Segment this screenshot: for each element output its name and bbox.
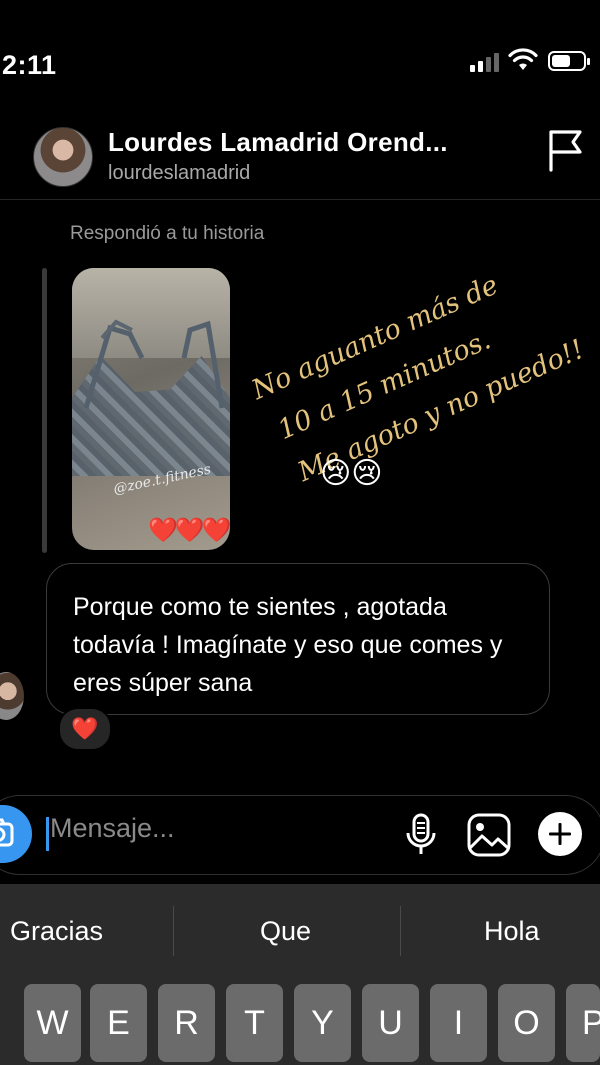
keyboard: Gracias Que Hola W E R T Y U I O P — [0, 884, 600, 1065]
message-bubble[interactable]: Porque como te sientes , agotada todavía… — [46, 563, 550, 715]
contact-username[interactable]: lourdeslamadrid — [108, 162, 250, 185]
cellular-signal-icon — [470, 52, 502, 72]
microphone-icon[interactable] — [404, 813, 438, 857]
key-o[interactable]: O — [498, 984, 555, 1062]
story-reply-label: Respondió a tu historia — [70, 223, 265, 244]
flag-icon[interactable] — [546, 128, 586, 172]
suggestion-hola[interactable]: Hola — [484, 916, 540, 947]
message-composer — [0, 795, 600, 875]
key-i[interactable]: I — [430, 984, 487, 1062]
key-p[interactable]: P — [566, 984, 600, 1062]
suggestion-divider — [173, 906, 174, 956]
story-text-overlay: No aguanto más de 10 a 15 minutos. Me ag… — [238, 235, 588, 495]
chat-header: Lourdes Lamadrid Orend... lourdeslamadri… — [0, 115, 600, 200]
status-bar: 2:11 — [0, 0, 600, 100]
suggestion-gracias[interactable]: Gracias — [10, 916, 103, 947]
header-divider — [0, 199, 600, 200]
key-t[interactable]: T — [226, 984, 283, 1062]
reply-indicator-line — [42, 268, 47, 553]
key-e[interactable]: E — [90, 984, 147, 1062]
key-y[interactable]: Y — [294, 984, 351, 1062]
sender-avatar[interactable] — [0, 672, 24, 720]
story-hearts: ❤️❤️❤️ — [148, 517, 232, 544]
camera-icon — [0, 818, 14, 847]
gallery-icon[interactable] — [466, 812, 512, 858]
text-cursor — [46, 817, 49, 851]
message-text: Porque como te sientes , agotada todavía… — [73, 593, 503, 697]
battery-icon — [548, 51, 590, 71]
add-button[interactable] — [538, 812, 582, 856]
suggestion-que[interactable]: Que — [260, 916, 311, 947]
suggestion-divider — [400, 906, 401, 956]
contact-avatar[interactable] — [33, 127, 93, 187]
key-u[interactable]: U — [362, 984, 419, 1062]
crying-emojis: 😢😢 — [320, 457, 383, 490]
heart-reaction[interactable]: ❤️ — [58, 707, 112, 751]
status-time: 2:11 — [2, 50, 57, 80]
message-input[interactable] — [50, 813, 350, 844]
story-thumbnail[interactable] — [72, 268, 230, 550]
key-w[interactable]: W — [24, 984, 81, 1062]
contact-name[interactable]: Lourdes Lamadrid Orend... — [108, 127, 448, 158]
key-r[interactable]: R — [158, 984, 215, 1062]
wifi-icon — [508, 48, 538, 70]
